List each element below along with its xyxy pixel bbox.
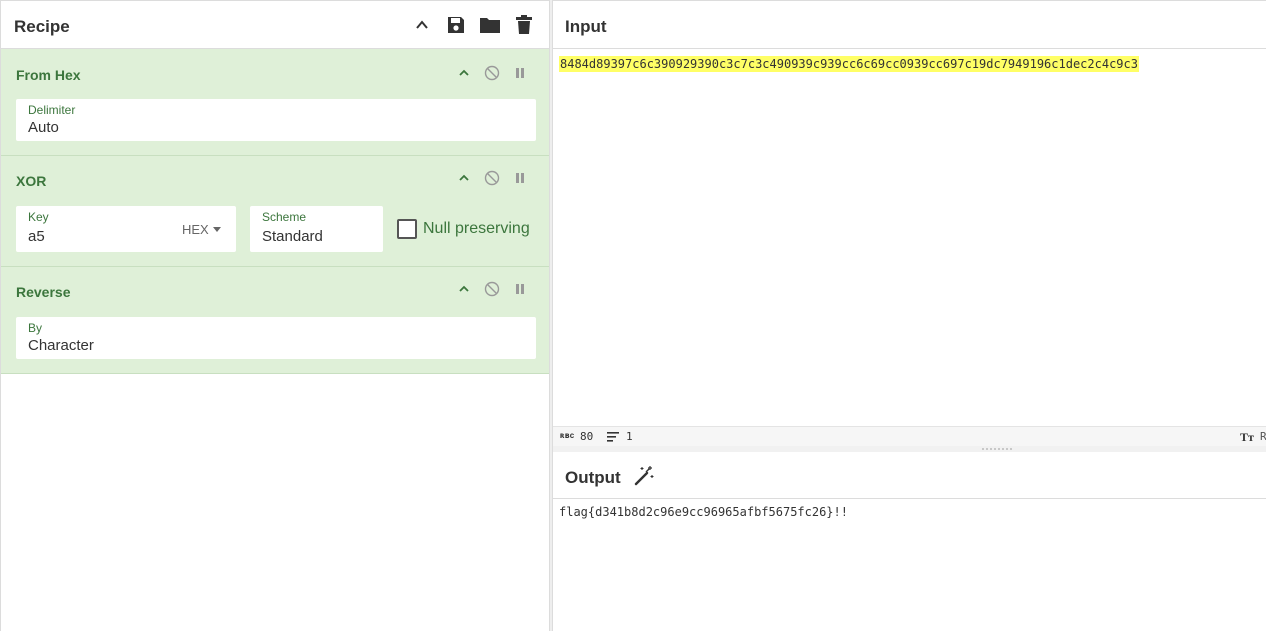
null-preserving-checkbox[interactable] [397,219,417,239]
output-title: Output [565,468,621,487]
input-lines: 1 [626,430,633,443]
grip-dots-icon [982,448,1012,450]
key-field[interactable]: Key a5 HEX [16,206,236,252]
collapse-icon[interactable] [455,169,473,187]
lines-icon [607,432,619,442]
pause-icon[interactable] [511,169,529,187]
disable-icon[interactable] [483,169,501,187]
recipe-header: Recipe [1,1,549,49]
key-value: a5 [28,228,45,245]
cyberchef-app: Recipe From Hex Delimiter Auto XOR Key a… [0,0,1266,631]
recipe-title: Recipe [14,17,70,36]
output-text[interactable]: flag{d341b8d2c96e9cc96965afbf5675fc26}!! [559,505,848,519]
input-text[interactable]: 8484d89397c6c390929390c3c7c3c490939c939c… [559,56,1139,72]
operation-title: From Hex [16,67,81,83]
input-length: 80 [580,430,594,443]
key-label: Key [28,210,49,224]
operation-from-hex[interactable]: From Hex Delimiter Auto [1,49,549,156]
operation-reverse[interactable]: Reverse By Character [1,267,549,374]
caret-down-icon [212,226,221,232]
delimiter-value: Auto [28,119,59,136]
input-title: Input [565,17,607,36]
by-label: By [28,321,43,335]
scheme-field[interactable]: Scheme Standard [250,206,383,252]
collapse-icon[interactable] [455,64,473,82]
length-icon: ʀʙᴄ [560,431,575,440]
by-field[interactable]: By Character [16,317,536,359]
output-header: Output [553,452,1266,499]
operation-title: Reverse [16,284,71,300]
magic-wand-icon[interactable] [633,464,655,486]
disable-icon[interactable] [483,64,501,82]
save-icon[interactable] [445,14,467,36]
text-size-icon[interactable]: Tт [1240,430,1254,445]
scheme-value: Standard [262,228,323,245]
by-value: Character [28,337,94,354]
delimiter-field[interactable]: Delimiter Auto [16,99,536,141]
delimiter-label: Delimiter [28,103,76,117]
chevron-up-icon[interactable] [411,14,433,36]
operation-xor[interactable]: XOR Key a5 HEX Scheme Standard Null pres… [1,156,549,267]
null-preserving-option[interactable]: Null preserving [397,219,530,239]
output-pane: Output flag{d341b8d2c96e9cc96965afbf5675… [553,452,1266,631]
key-format-dropdown[interactable]: HEX [182,222,221,237]
pause-icon[interactable] [511,64,529,82]
null-preserving-label: Null preserving [423,220,530,237]
pause-icon[interactable] [511,280,529,298]
collapse-icon[interactable] [455,280,473,298]
input-pane: Input 8484d89397c6c390929390c3c7c3c49093… [553,0,1266,448]
disable-icon[interactable] [483,280,501,298]
trash-icon[interactable] [513,14,535,36]
input-status-bar: ʀʙᴄ 80 1 Tт R [553,426,1266,448]
input-header: Input [553,1,1266,49]
recipe-pane: Recipe From Hex Delimiter Auto XOR Key a… [0,0,549,631]
truncated-status: R [1260,430,1266,443]
scheme-label: Scheme [262,210,307,224]
key-format-label: HEX [182,222,209,237]
folder-icon[interactable] [479,14,501,36]
operation-title: XOR [16,173,47,189]
